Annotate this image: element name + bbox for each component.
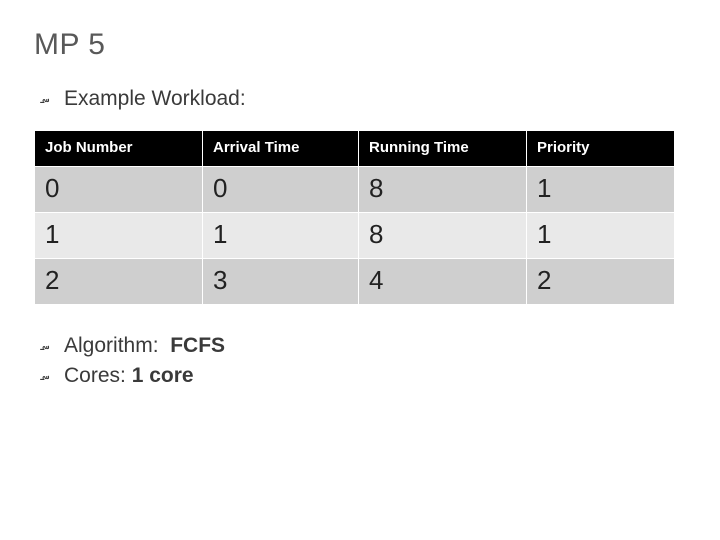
table-row: 1 1 8 1 [35,213,675,259]
algorithm-block: ؄ Algorithm: FCFS ؄ Cores: 1 core [34,333,686,389]
col-running-time: Running Time [359,131,527,167]
bullet-cores-text: Cores: 1 core [64,363,194,389]
slide: MP 5 ؄ Example Workload: Job Number Arri… [0,0,720,389]
workload-table: Job Number Arrival Time Running Time Pri… [34,130,675,305]
col-arrival-time: Arrival Time [203,131,359,167]
cores-label: Cores: [64,364,126,387]
bullet-workload-text: Example Workload: [64,86,246,112]
cell: 8 [359,213,527,259]
cell: 1 [527,213,675,259]
cell: 1 [203,213,359,259]
cell: 0 [35,167,203,213]
bullet-icon: ؄ [40,86,64,112]
col-priority: Priority [527,131,675,167]
slide-title: MP 5 [34,28,686,62]
algorithm-value: FCFS [170,334,225,357]
cell: 2 [35,259,203,305]
table-header-row: Job Number Arrival Time Running Time Pri… [35,131,675,167]
cell: 8 [359,167,527,213]
cell: 1 [527,167,675,213]
bullet-workload: ؄ Example Workload: [40,86,686,112]
bullet-icon: ؄ [40,363,64,389]
algorithm-label: Algorithm: [64,334,159,357]
cores-value: 1 core [132,364,194,387]
table-row: 0 0 8 1 [35,167,675,213]
cell: 1 [35,213,203,259]
col-job-number: Job Number [35,131,203,167]
cell: 2 [527,259,675,305]
bullet-algorithm-text: Algorithm: FCFS [64,333,225,359]
cell: 4 [359,259,527,305]
bullet-algorithm: ؄ Algorithm: FCFS [40,333,686,359]
cell: 0 [203,167,359,213]
table-row: 2 3 4 2 [35,259,675,305]
bullet-cores: ؄ Cores: 1 core [40,363,686,389]
cell: 3 [203,259,359,305]
bullet-icon: ؄ [40,333,64,359]
